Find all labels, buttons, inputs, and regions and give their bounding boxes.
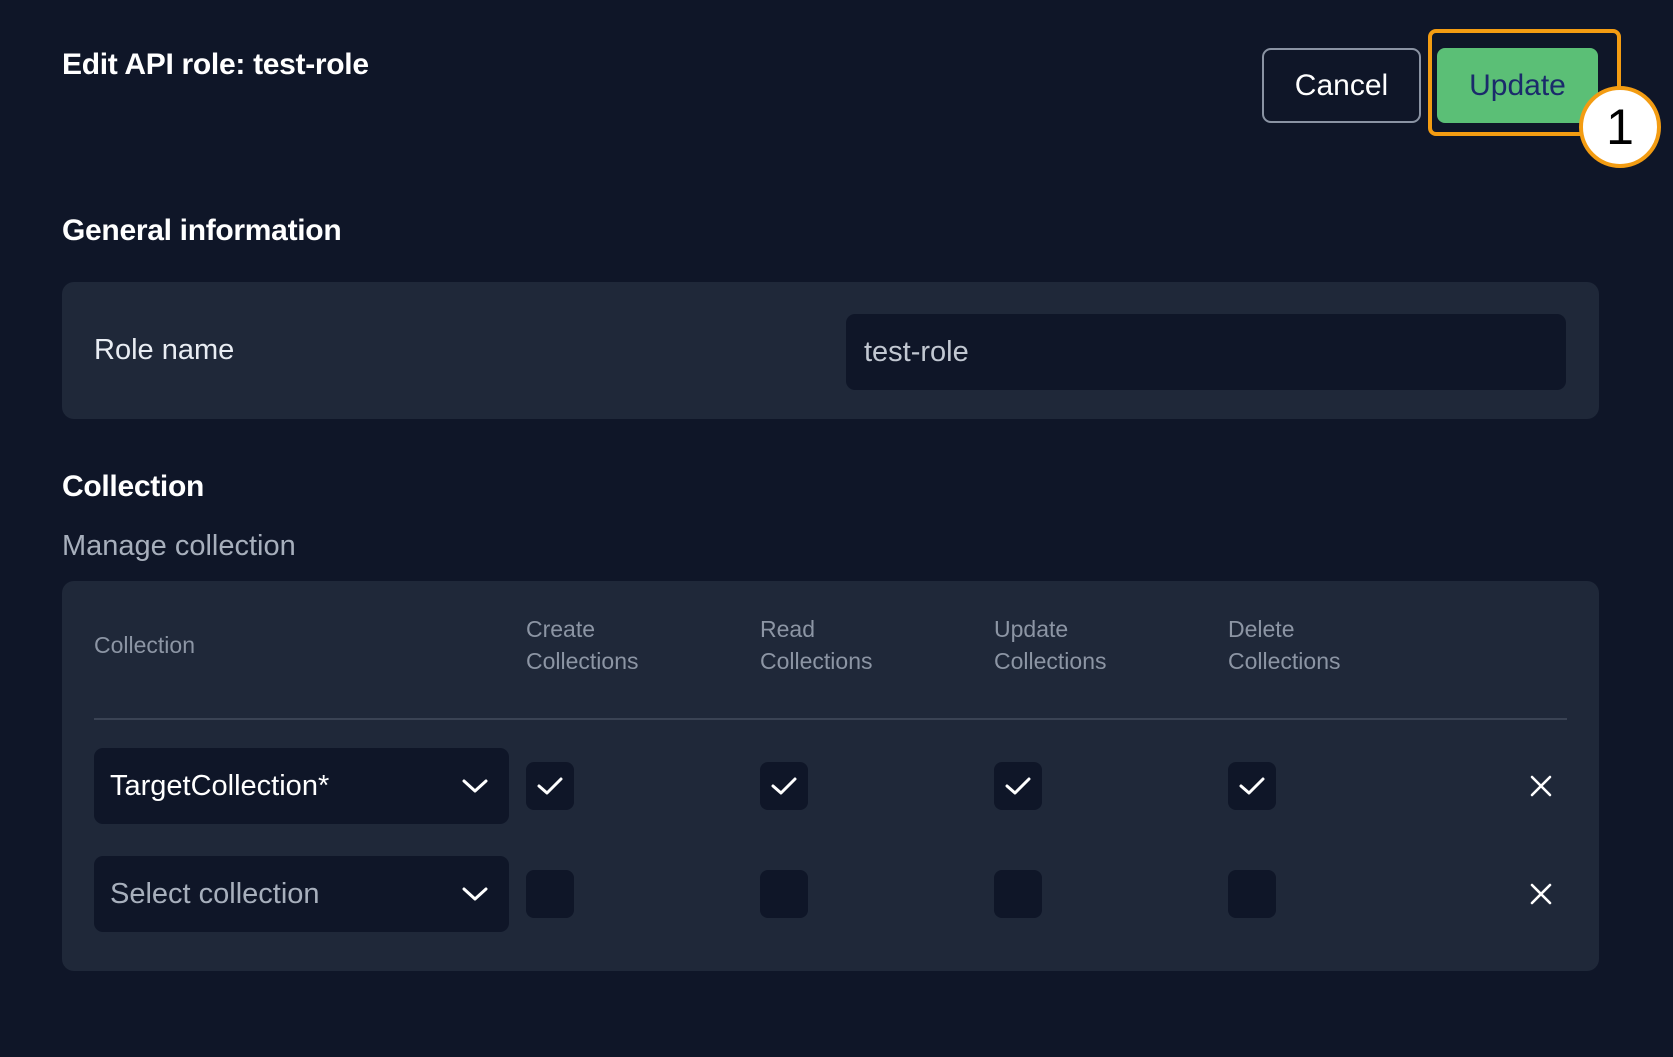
column-header-read: Read Collections [760, 613, 873, 677]
collection-permissions-panel: Collection Create Collections Read Colle… [62, 581, 1599, 971]
page-title: Edit API role: test-role [62, 48, 369, 81]
column-header-update: Update Collections [994, 613, 1107, 677]
column-header-create-line1: Create [526, 616, 596, 642]
step-callout-badge: 1 [1579, 86, 1661, 168]
collection-subtitle: Manage collection [62, 530, 296, 562]
column-header-create: Create Collections [526, 613, 639, 677]
delete-permission-checkbox[interactable] [1228, 762, 1276, 810]
cancel-button[interactable]: Cancel [1262, 48, 1421, 123]
update-button[interactable]: Update [1437, 48, 1598, 123]
delete-permission-checkbox[interactable] [1228, 870, 1276, 918]
close-icon [1530, 775, 1552, 797]
column-header-collection: Collection [94, 632, 195, 658]
collection-select-value: TargetCollection* [110, 769, 330, 802]
general-information-heading: General information [62, 214, 342, 247]
column-header-update-line1: Update [994, 616, 1069, 642]
create-permission-checkbox[interactable] [526, 870, 574, 918]
checkmark-icon [771, 777, 797, 795]
general-information-panel: Role name [62, 282, 1599, 419]
close-icon [1530, 883, 1552, 905]
column-header-delete: Delete Collections [1228, 613, 1341, 677]
checkmark-icon [537, 777, 563, 795]
collection-select-row-2[interactable]: Select collection [94, 856, 509, 932]
column-header-delete-line1: Delete [1228, 616, 1295, 642]
chevron-down-icon [462, 779, 488, 793]
update-permission-checkbox[interactable] [994, 870, 1042, 918]
collection-select-placeholder: Select collection [110, 877, 320, 910]
read-permission-checkbox[interactable] [760, 762, 808, 810]
role-name-input[interactable] [846, 314, 1566, 390]
role-name-label: Role name [94, 334, 235, 366]
header-divider [94, 718, 1567, 720]
checkmark-icon [1239, 777, 1265, 795]
remove-row-button[interactable] [1526, 771, 1556, 801]
column-header-read-line2: Collections [760, 648, 873, 674]
column-header-update-line2: Collections [994, 648, 1107, 674]
update-permission-checkbox[interactable] [994, 762, 1042, 810]
remove-row-button[interactable] [1526, 879, 1556, 909]
chevron-down-icon [462, 887, 488, 901]
column-header-read-line1: Read [760, 616, 815, 642]
column-header-delete-line2: Collections [1228, 648, 1341, 674]
read-permission-checkbox[interactable] [760, 870, 808, 918]
checkmark-icon [1005, 777, 1031, 795]
column-header-create-line2: Collections [526, 648, 639, 674]
collection-heading: Collection [62, 470, 205, 503]
collection-select-row-1[interactable]: TargetCollection* [94, 748, 509, 824]
create-permission-checkbox[interactable] [526, 762, 574, 810]
